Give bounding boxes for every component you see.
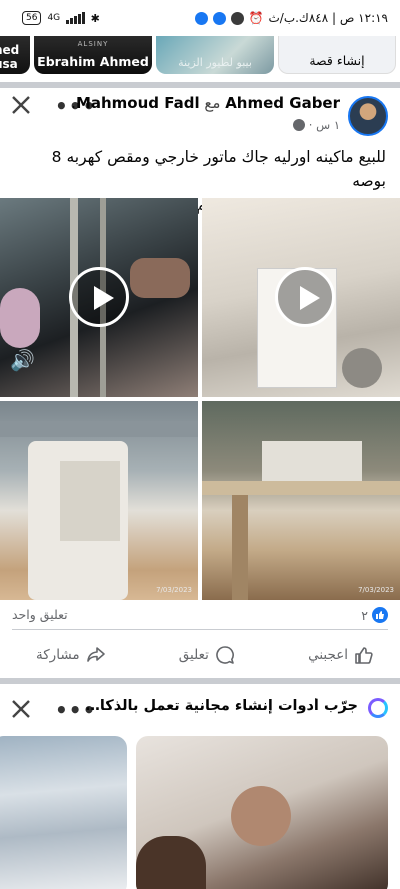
post-time[interactable]: ١ س · — [309, 118, 340, 132]
section-divider — [0, 678, 400, 684]
comment-button[interactable]: تعليق — [179, 638, 235, 672]
app-icon — [230, 11, 244, 25]
table-top — [202, 481, 400, 495]
post-text-line: للبيع ماكينه اورليه جاك ماتور خارجي ومقص… — [51, 148, 386, 190]
stories-row: ned usa ALSINY Ebrahim Ahmed بيبو لطيور … — [0, 36, 400, 78]
bluetooth-icon: ✱ — [90, 11, 100, 25]
volume-icon[interactable]: 🔊 — [10, 348, 35, 372]
thumbs-up-icon — [355, 647, 373, 664]
battery-indicator: 56 — [22, 11, 42, 25]
story-label: بيبو لطيور الزينة — [178, 56, 252, 69]
share-label: مشاركة — [36, 647, 80, 663]
close-icon[interactable] — [10, 94, 32, 116]
video-tile[interactable] — [202, 198, 400, 397]
create-story-button[interactable]: إنشاء قصة — [278, 36, 396, 74]
image-tile[interactable]: 7/03/2023 — [202, 401, 400, 600]
shelf — [0, 421, 198, 437]
reaction-count-group[interactable]: ٢ — [361, 607, 388, 623]
close-icon[interactable] — [10, 698, 32, 720]
table-leg — [232, 495, 248, 600]
meta-ai-icon — [368, 698, 388, 718]
comment-label: تعليق — [178, 647, 209, 663]
avatar[interactable] — [348, 96, 388, 136]
story-label: Ebrahim Ahmed — [37, 54, 149, 69]
fabric-roll — [0, 288, 40, 348]
person-figure — [231, 786, 291, 846]
story-card[interactable]: بيبو لطيور الزينة — [156, 36, 274, 74]
share-button[interactable]: مشاركة — [36, 638, 106, 672]
story-card[interactable]: ALSINY Ebrahim Ahmed — [34, 36, 152, 74]
post-header: ••• Ahmed Gaber مع Mahmoud Fadl. ١ س · — [0, 88, 400, 138]
signal-icon — [66, 12, 85, 24]
suggested-post-header: ••• جرّب أدوات إنشاء مجانية تعمل بالذكاء… — [0, 690, 400, 726]
network-type: 4G — [47, 13, 61, 23]
suggested-media — [0, 736, 400, 889]
suggested-card[interactable] — [0, 736, 127, 889]
status-right: ١٢:١٩ ص | ٨٤٨ك.ب/ث ⏰ — [194, 11, 388, 25]
like-button[interactable]: اعجبني — [308, 638, 374, 672]
story-sublabel: ALSINY — [77, 40, 109, 48]
machine — [262, 441, 362, 481]
photo-stamp: 7/03/2023 — [358, 586, 394, 594]
reactions-summary: ٢ تعليق واحد — [0, 604, 400, 628]
share-icon — [86, 647, 105, 662]
comment-icon — [216, 646, 234, 664]
status-time: ١٢:١٩ ص | ٨٤٨ك.ب/ث — [268, 11, 388, 25]
like-reaction-icon — [372, 607, 388, 623]
status-bar: 56 4G ✱ ١٢:١٩ ص | ٨٤٨ك.ب/ث ⏰ — [0, 0, 400, 36]
globe-icon — [292, 119, 305, 131]
suggested-title[interactable]: جرّب أدوات إنشاء مجانية تعمل بالذكاء الا… — [78, 698, 358, 714]
hand — [130, 258, 190, 298]
media-grid: 🔊 7/03/2023 7/03/2023 — [0, 198, 400, 600]
story-label: إنشاء قصة — [309, 53, 365, 68]
play-button[interactable] — [275, 267, 335, 327]
play-button[interactable] — [69, 267, 129, 327]
post-meta: ١ س · — [292, 118, 340, 132]
video-tile[interactable]: 🔊 — [0, 198, 198, 397]
with-word: مع — [204, 94, 221, 112]
person-figure — [136, 836, 206, 889]
story-label: ned usa — [0, 43, 20, 71]
status-left: 56 4G ✱ — [22, 11, 100, 25]
machine-head — [60, 461, 120, 541]
alarm-icon: ⏰ — [248, 11, 264, 25]
author-name[interactable]: Ahmed Gaber — [225, 94, 340, 112]
comment-count[interactable]: تعليق واحد — [12, 607, 68, 622]
tagged-name[interactable]: Mahmoud Fadl — [76, 94, 200, 112]
suggested-card[interactable] — [136, 736, 388, 889]
photo-stamp: 7/03/2023 — [156, 586, 192, 594]
reaction-count: ٢ — [361, 607, 368, 623]
divider — [12, 629, 388, 630]
post-author-line: Ahmed Gaber مع Mahmoud Fadl. — [71, 94, 340, 112]
story-card[interactable]: ned usa — [0, 36, 30, 74]
facebook-icon — [194, 11, 208, 25]
machine-part — [342, 348, 382, 388]
post-actions: اعجبني تعليق مشاركة — [0, 638, 400, 672]
messenger-icon — [212, 11, 226, 25]
like-label: اعجبني — [308, 647, 348, 663]
image-tile[interactable]: 7/03/2023 — [0, 401, 198, 600]
